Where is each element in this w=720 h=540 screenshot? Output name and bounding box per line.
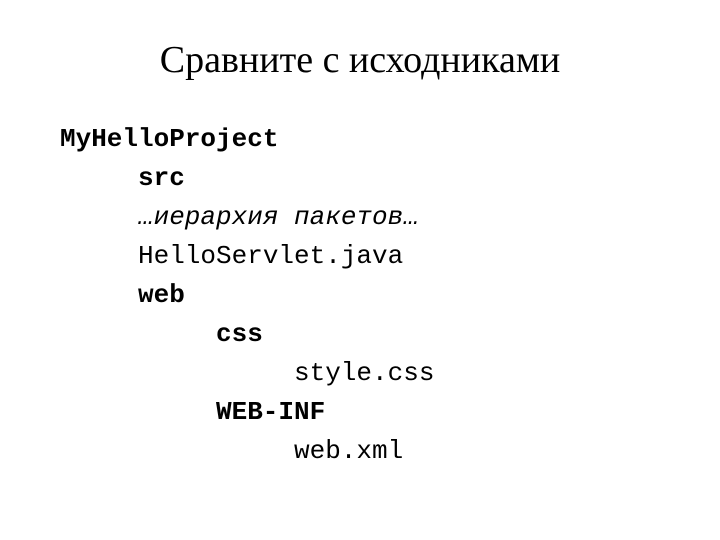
tree-servlet: HelloServlet.java	[60, 237, 660, 276]
slide-title: Сравните с исходниками	[60, 38, 660, 82]
tree-web: web	[60, 276, 660, 315]
slide: Сравните с исходниками MyHelloProject sr…	[0, 0, 720, 501]
tree-packages: …иерархия пакетов…	[60, 198, 660, 237]
tree-src: src	[60, 159, 660, 198]
tree-webinf: WEB-INF	[60, 393, 660, 432]
tree-stylecss: style.css	[60, 354, 660, 393]
tree-css: css	[60, 315, 660, 354]
file-tree: MyHelloProject src …иерархия пакетов… He…	[60, 120, 660, 471]
tree-project: MyHelloProject	[60, 120, 660, 159]
tree-webxml: web.xml	[60, 432, 660, 471]
